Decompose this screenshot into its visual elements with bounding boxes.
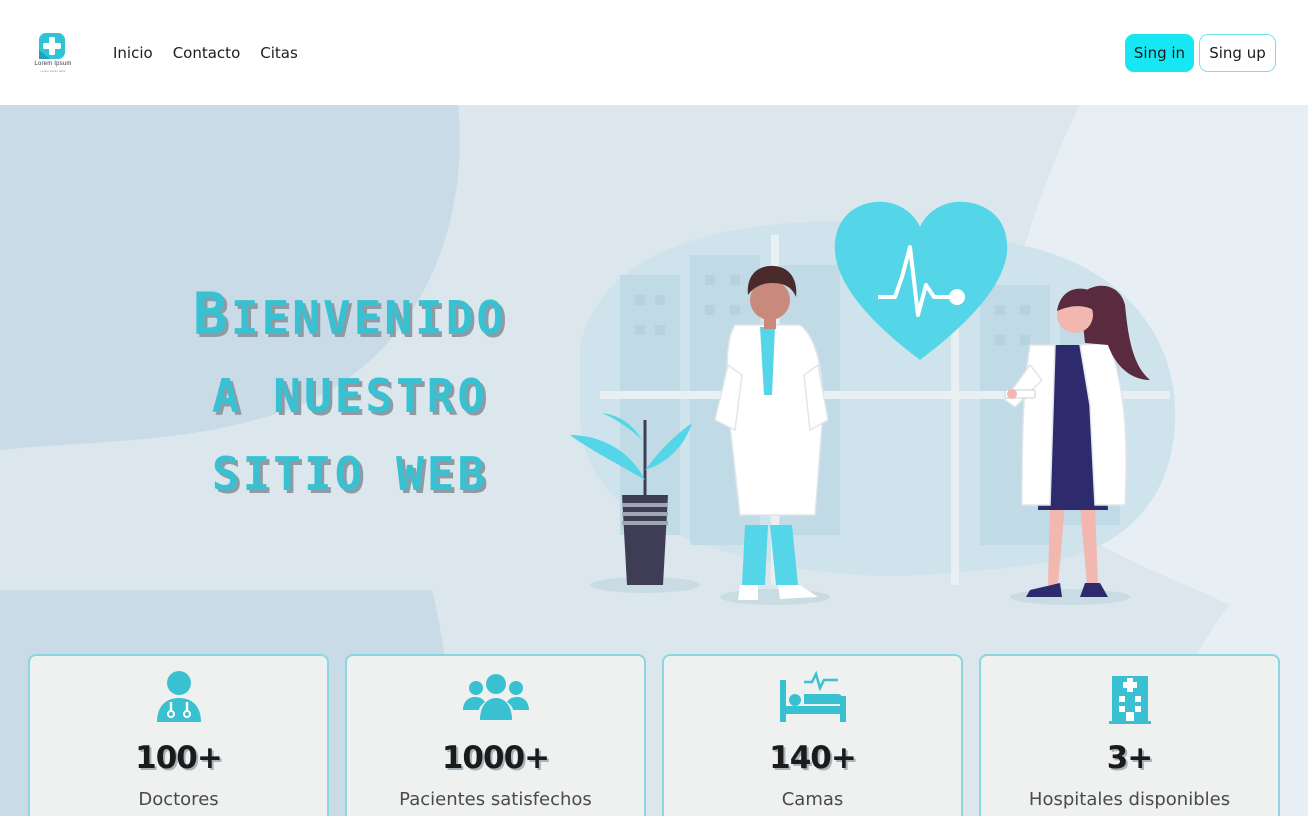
medical-cross-logo-icon — [39, 33, 65, 59]
bed-icon — [779, 670, 846, 722]
stat-value: 1000+ — [441, 740, 550, 776]
nav-link-citas[interactable]: Citas — [260, 44, 298, 62]
hero-title-line-3: SITIO WEB — [211, 447, 489, 501]
nav-link-inicio[interactable]: Inicio — [113, 44, 153, 62]
hero-title-initial: B — [192, 280, 231, 348]
stat-value: 140+ — [769, 740, 857, 776]
stat-label: Doctores — [138, 789, 219, 810]
stat-label: Camas — [781, 789, 844, 810]
doctor-icon — [156, 671, 201, 722]
logo-subtext: Lorem Ipsum dolor — [40, 69, 66, 73]
doctors-heart-illustration — [570, 201, 1176, 605]
hero-title: BIENVENIDO A NUESTRO SITIO WEB — [100, 275, 600, 513]
main-nav: Inicio Contacto Citas — [113, 44, 298, 62]
stat-value: 3+ — [1106, 740, 1154, 776]
hero-section: BIENVENIDO A NUESTRO SITIO WEB 100+ Doct… — [0, 105, 1308, 816]
stat-card-beds: 140+ Camas — [662, 654, 963, 816]
users-icon — [462, 674, 529, 720]
logo-text: Lorem Ipsum — [34, 61, 72, 67]
hero-title-line-1-rest: IENVENIDO — [230, 291, 508, 345]
nav-link-contacto[interactable]: Contacto — [173, 44, 241, 62]
sign-up-button[interactable]: Sing up — [1199, 34, 1276, 72]
stat-card-doctors: 100+ Doctores — [28, 654, 329, 816]
logo[interactable]: Lorem Ipsum Lorem Ipsum dolor — [28, 30, 78, 74]
site-header: Lorem Ipsum Lorem Ipsum dolor Inicio Con… — [0, 0, 1308, 105]
stat-value: 100+ — [135, 740, 223, 776]
sign-in-button[interactable]: Sing in — [1125, 34, 1194, 72]
hero-title-line-2: A NUESTRO — [211, 369, 489, 423]
stat-label: Pacientes satisfechos — [399, 789, 592, 810]
stat-card-hospitals: 3+ Hospitales disponibles — [979, 654, 1280, 816]
hospital-icon — [1108, 676, 1151, 724]
hero-title-line-1: BIENVENIDO — [100, 275, 600, 357]
stat-label: Hospitales disponibles — [1028, 789, 1231, 810]
stat-card-patients: 1000+ Pacientes satisfechos — [345, 654, 646, 816]
